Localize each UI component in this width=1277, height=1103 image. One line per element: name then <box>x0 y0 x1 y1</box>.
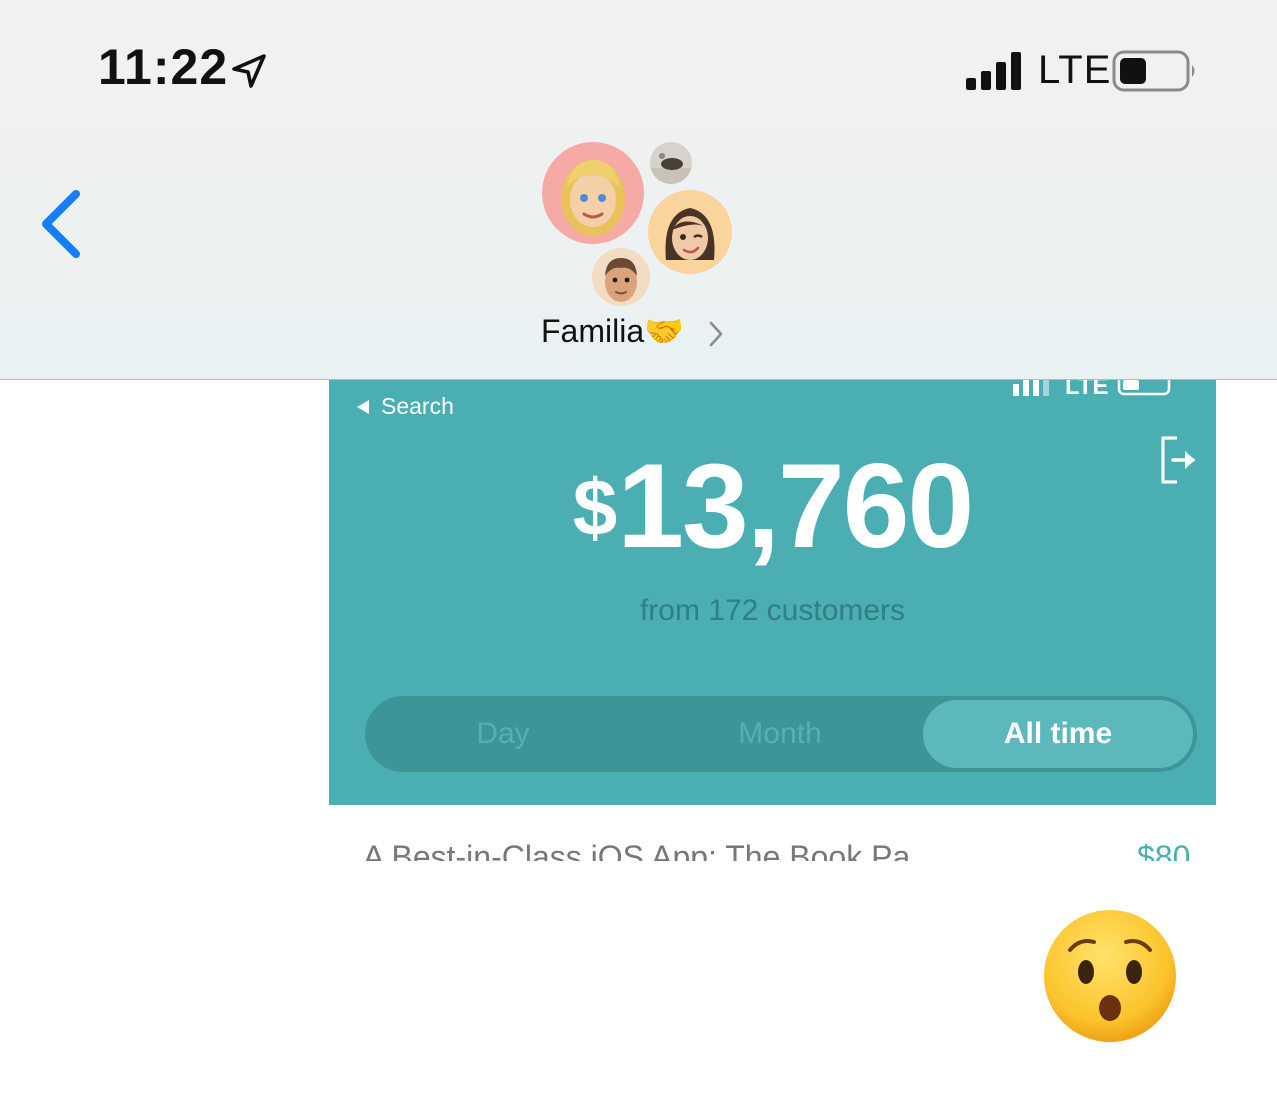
group-name[interactable]: Familia🤝 <box>541 313 684 349</box>
memoji-blonde-icon <box>561 160 625 236</box>
memoji-man-icon <box>605 258 637 302</box>
avatar-man-memoji[interactable] <box>592 248 650 306</box>
segment-day: Day <box>476 717 530 750</box>
list-item-title: A Best-in-Class iOS App: The Book Pa <box>363 839 911 861</box>
back-button[interactable] <box>38 188 88 260</box>
amount-value: 13,760 <box>617 439 974 573</box>
period-segmented-control: Day Month All time <box>365 696 1197 772</box>
photo-thumbnail-icon <box>650 142 692 184</box>
avatar-winking-memoji[interactable] <box>648 190 732 274</box>
customers-subtitle: from 172 customers <box>639 594 906 627</box>
avatar-photo[interactable] <box>650 142 692 184</box>
memoji-winking-icon <box>665 208 715 260</box>
embedded-list-row: A Best-in-Class iOS App: The Book Pa $80 <box>329 805 1216 861</box>
segment-month: Month <box>738 717 822 750</box>
battery-icon <box>1112 50 1195 92</box>
conversation-header: 11:22 LTE Familia🤝 <box>0 0 1277 380</box>
avatar-blonde-memoji[interactable] <box>542 142 644 244</box>
embedded-back-label: Search <box>381 393 454 419</box>
list-item-price: $80 <box>1137 839 1191 861</box>
revenue-amount: $13,760 <box>329 446 1216 566</box>
back-triangle-icon <box>357 399 369 414</box>
segment-all-time: All time <box>923 700 1193 768</box>
embedded-back-search: Search <box>355 393 454 419</box>
cellular-signal-icon <box>966 52 1021 90</box>
currency-symbol: $ <box>572 463 618 552</box>
network-type-label: LTE <box>1038 48 1112 92</box>
screenshot-attachment[interactable]: LTE Search $13,760 from 172 customers Da… <box>329 360 1216 805</box>
hushed-face-emoji-icon[interactable] <box>1042 908 1178 1044</box>
location-arrow-icon <box>232 54 266 88</box>
chevron-right-icon[interactable] <box>708 320 724 348</box>
status-time: 11:22 <box>98 39 229 95</box>
